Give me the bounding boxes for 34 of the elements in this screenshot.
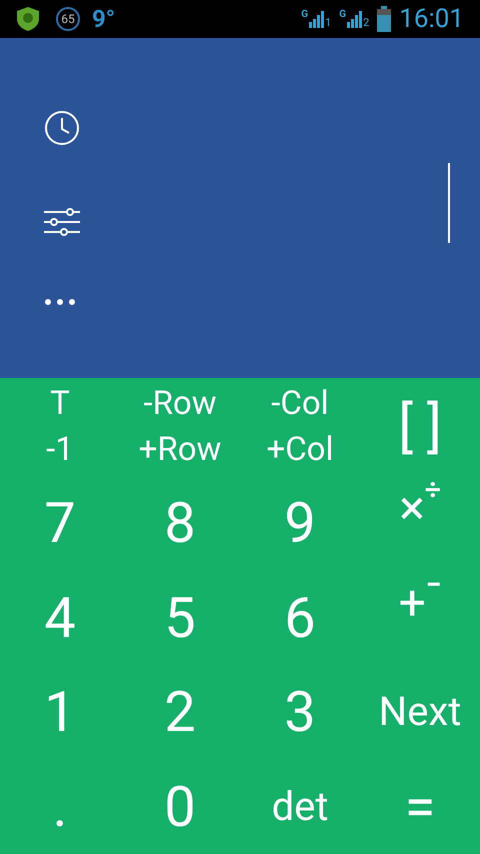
signal-icon [346,10,362,28]
operator-key[interactable]: ×÷ [360,476,480,570]
sim-slot: 1 [325,17,332,28]
battery-icon [377,6,392,32]
keypad-key[interactable]: 6 [240,570,360,665]
keypad-key[interactable]: . [0,760,120,854]
keypad-key[interactable]: 0 [120,760,240,854]
signal-icon [308,10,324,28]
matrix-key[interactable]: -Row +Row [120,378,240,476]
keypad-key[interactable]: 3 [240,665,360,760]
keypad-key[interactable]: [ ] [360,378,480,476]
history-icon[interactable] [44,110,80,146]
settings-icon[interactable] [44,208,80,236]
keypad-key[interactable]: = [360,760,480,854]
temperature: 9° [92,4,116,35]
network-type: G [301,10,308,20]
keypad-key[interactable]: 2 [120,665,240,760]
notification-badge: 65 [56,7,80,31]
network-type: G [339,10,346,20]
function-key[interactable]: Next [360,665,480,760]
keypad-key[interactable]: 7 [0,476,120,570]
sim-slot: 2 [363,17,370,28]
more-icon[interactable] [44,298,76,306]
shield-icon [16,6,40,32]
keypad-key[interactable]: 9 [240,476,360,570]
operator-key[interactable]: +− [360,570,480,665]
keypad-key[interactable]: 5 [120,570,240,665]
matrix-key[interactable]: T -1 [0,378,120,476]
keypad-key[interactable]: 4 [0,570,120,665]
function-key[interactable]: det [240,760,360,854]
keypad-key[interactable]: 8 [120,476,240,570]
matrix-key[interactable]: -Col +Col [240,378,360,476]
keypad-key[interactable]: 1 [0,665,120,760]
clock: 16:01 [399,2,464,36]
